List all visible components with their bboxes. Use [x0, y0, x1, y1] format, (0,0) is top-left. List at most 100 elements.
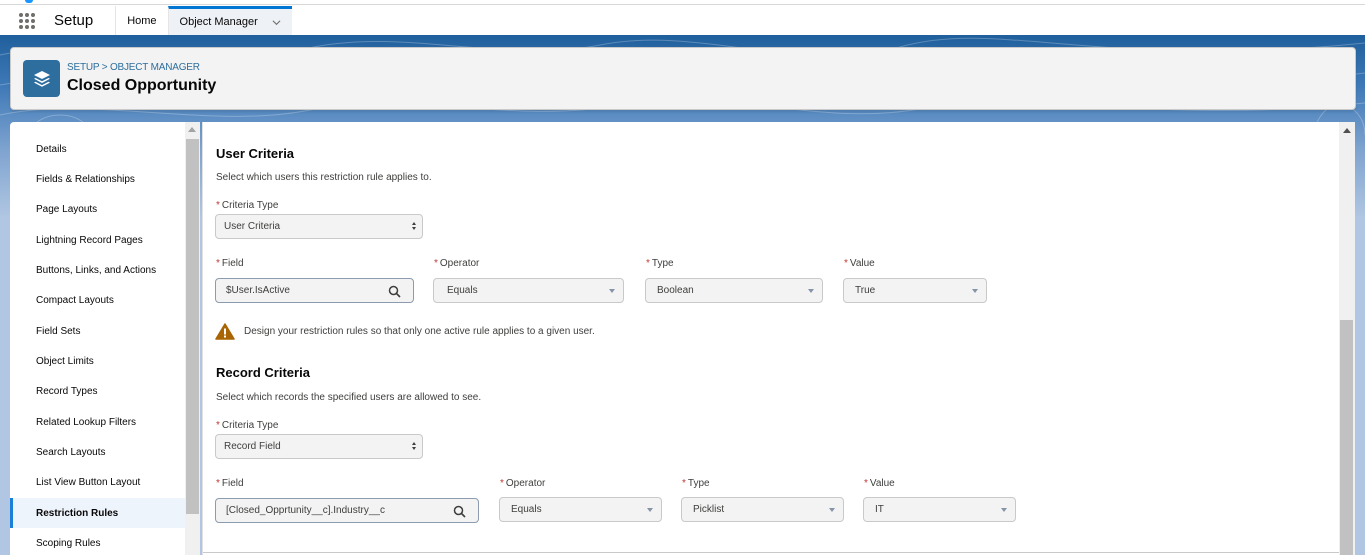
label-text: Field — [221, 258, 244, 269]
select-value: Picklist — [693, 504, 725, 515]
search-icon[interactable] — [453, 505, 466, 518]
select-value: Boolean — [657, 285, 694, 296]
sidebar-item-label: Search Layouts — [36, 447, 106, 459]
sidebar-item-label: Fields & Relationships — [36, 174, 135, 186]
select-value: True — [855, 285, 876, 296]
sidebar-item-scoping-rules[interactable]: Scoping Rules — [10, 528, 185, 558]
sidebar-item-label: Lightning Record Pages — [36, 234, 143, 246]
sidebar-scrollbar[interactable] — [185, 122, 200, 555]
main-scroll-thumb[interactable] — [1340, 320, 1353, 555]
sidebar-item-label: Related Lookup Filters — [36, 416, 137, 428]
page-title: Closed Opportunity — [67, 77, 217, 94]
sidebar-item-details[interactable]: Details — [10, 134, 185, 164]
waffle-icon — [19, 12, 35, 29]
record-operator-select[interactable]: Equals — [499, 497, 662, 522]
chevron-down-icon[interactable] — [272, 18, 281, 27]
record-criteria-type-select[interactable]: Record Field — [215, 434, 423, 459]
user-operator-select[interactable]: Equals — [433, 278, 624, 303]
layers-icon — [23, 60, 60, 97]
global-navbar: Setup Home Object Manager — [0, 6, 1365, 35]
required-marker: * — [500, 478, 504, 489]
user-criteria-type-label: * Criteria Type — [216, 200, 278, 211]
record-type-select[interactable]: Picklist — [681, 497, 844, 522]
dropdown-caret-icon — [609, 289, 615, 293]
user-criteria-heading: User Criteria — [216, 146, 295, 161]
tab-home-label: Home — [127, 14, 157, 27]
sidebar-item-restriction-rules[interactable]: Restriction Rules — [10, 498, 185, 529]
user-criteria-type-select[interactable]: User Criteria — [215, 214, 423, 239]
sidebar-item-field-sets[interactable]: Field Sets — [10, 316, 185, 346]
sidebar-item-label: Scoping Rules — [36, 538, 101, 550]
user-value-label: * Value — [844, 258, 875, 269]
object-header: SETUP > OBJECT MANAGER Closed Opportunit… — [10, 47, 1356, 110]
warning-text: Design your restriction rules so that on… — [244, 326, 595, 337]
record-criteria-type-label: * Criteria Type — [216, 420, 278, 431]
dropdown-caret-icon — [808, 289, 814, 293]
select-value: Equals — [511, 504, 542, 515]
label-text: Value — [869, 478, 895, 489]
tab-object-manager-label: Object Manager — [179, 16, 258, 28]
label-text: Operator — [439, 258, 480, 269]
app-launcher-button[interactable] — [0, 6, 54, 35]
record-operator-label: * Operator — [500, 478, 545, 489]
sidebar-item-object-limits[interactable]: Object Limits — [10, 346, 185, 376]
loading-indicator — [25, 0, 33, 3]
tab-object-manager[interactable]: Object Manager — [167, 6, 292, 35]
sidebar-item-label: Restriction Rules — [36, 507, 119, 519]
required-marker: * — [844, 258, 848, 269]
object-sidebar: Details Fields & Relationships Page Layo… — [10, 122, 200, 555]
sidebar-item-related-lookup-filters[interactable]: Related Lookup Filters — [10, 407, 185, 437]
select-value: Record Field — [224, 441, 281, 452]
dropdown-caret-icon — [647, 508, 653, 512]
user-field-lookup[interactable]: $User.IsActive — [215, 278, 414, 303]
dropdown-caret-icon — [1001, 508, 1007, 512]
search-icon[interactable] — [388, 285, 401, 298]
sidebar-item-label: List View Button Layout — [36, 477, 141, 489]
label-text: Field — [221, 478, 244, 489]
sidebar-list: Details Fields & Relationships Page Layo… — [10, 134, 185, 559]
record-field-lookup[interactable]: [Closed_Opprtunity__c].Industry__c — [215, 498, 479, 523]
required-marker: * — [864, 478, 868, 489]
dropdown-caret-icon — [972, 289, 978, 293]
warning-message: Design your restriction rules so that on… — [215, 323, 595, 340]
divider — [203, 552, 1340, 553]
sidebar-item-label: Field Sets — [36, 325, 81, 337]
required-marker: * — [682, 478, 686, 489]
sidebar-item-search-layouts[interactable]: Search Layouts — [10, 437, 185, 467]
sidebar-item-fields-relationships[interactable]: Fields & Relationships — [10, 164, 185, 194]
breadcrumb[interactable]: SETUP > OBJECT MANAGER — [67, 62, 200, 73]
sidebar-item-compact-layouts[interactable]: Compact Layouts — [10, 286, 185, 316]
sidebar-scroll-thumb[interactable] — [186, 139, 199, 514]
user-criteria-description: Select which users this restriction rule… — [216, 172, 432, 183]
sidebar-item-record-types[interactable]: Record Types — [10, 377, 185, 407]
scroll-up-arrow-icon[interactable] — [1343, 128, 1351, 133]
updown-arrows-icon — [412, 222, 416, 230]
record-value-select[interactable]: IT — [863, 497, 1016, 522]
user-field-label: * Field — [216, 258, 244, 269]
scroll-up-arrow-icon[interactable] — [188, 127, 196, 132]
sidebar-item-page-layouts[interactable]: Page Layouts — [10, 195, 185, 225]
user-type-label: * Type — [646, 258, 674, 269]
record-value-label: * Value — [864, 478, 895, 489]
required-marker: * — [216, 478, 220, 489]
user-type-select[interactable]: Boolean — [645, 278, 823, 303]
sidebar-item-label: Page Layouts — [36, 204, 98, 216]
sidebar-item-label: Buttons, Links, and Actions — [36, 265, 157, 277]
select-value: Equals — [447, 285, 478, 296]
tab-home[interactable]: Home — [115, 6, 167, 35]
label-text: Value — [849, 258, 875, 269]
sidebar-item-lightning-record-pages[interactable]: Lightning Record Pages — [10, 225, 185, 255]
user-operator-label: * Operator — [434, 258, 479, 269]
warning-icon — [215, 323, 235, 340]
sidebar-item-buttons-links-actions[interactable]: Buttons, Links, and Actions — [10, 255, 185, 285]
record-field-label: * Field — [216, 478, 244, 489]
lookup-value: $User.IsActive — [226, 285, 290, 296]
user-value-select[interactable]: True — [843, 278, 987, 303]
record-criteria-heading: Record Criteria — [216, 365, 310, 380]
main-scrollbar[interactable] — [1339, 122, 1355, 555]
sidebar-item-list-view-button-layout[interactable]: List View Button Layout — [10, 468, 185, 498]
select-value: User Criteria — [224, 221, 281, 232]
record-type-label: * Type — [682, 478, 710, 489]
browser-top-strip — [0, 0, 1365, 5]
sidebar-item-label: Details — [36, 143, 67, 155]
